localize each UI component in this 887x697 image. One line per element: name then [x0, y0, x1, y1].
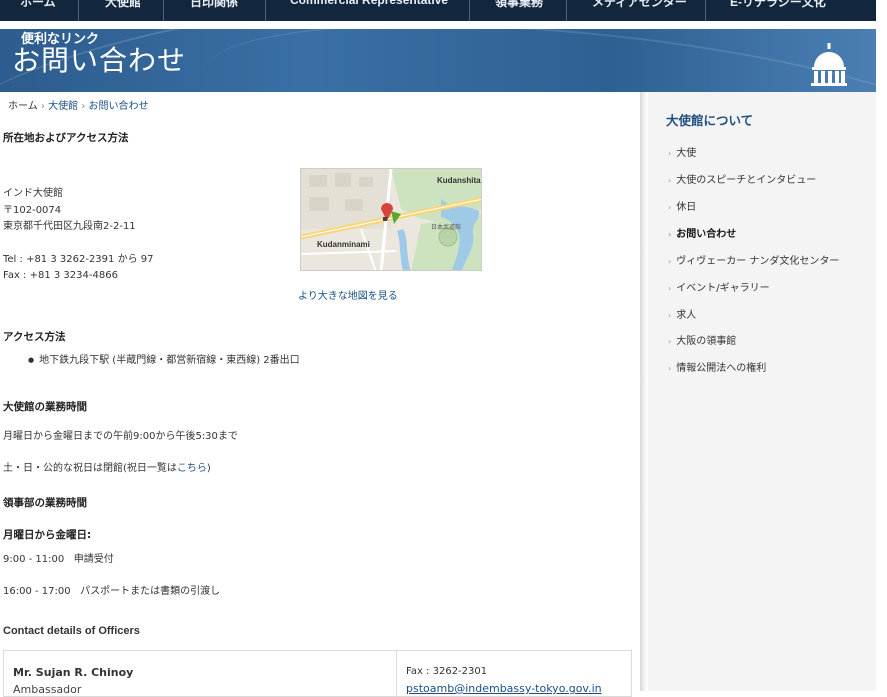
sidebar-item-contact[interactable]: › お問い合わせ: [668, 225, 736, 240]
sidebar-title: 大使館について: [666, 113, 754, 128]
sidebar-item-label: 求人: [676, 310, 697, 321]
sidebar-item-events[interactable]: › イベント/ギャラリー: [668, 279, 770, 294]
chevron-right-icon: ›: [668, 176, 672, 185]
telephone: Tel : +81 3 3262-2391 から 97: [3, 254, 154, 265]
nav-separator: [163, 0, 164, 21]
sidebar-item-label: 大使のスピーチとインタビュー: [676, 175, 817, 186]
officers-heading: Contact details of Officers: [3, 625, 140, 637]
breadcrumb-embassy[interactable]: 大使館: [48, 101, 78, 112]
fax: Fax : +81 3 3234-4866: [3, 270, 118, 281]
map-label-budokan: 日本武道館: [431, 223, 461, 231]
holiday-note-text: 土・日・公的な祝日は閉館(祝日一覧は: [3, 463, 177, 474]
nav-home[interactable]: ホーム: [20, 0, 56, 21]
sidebar-item-osaka[interactable]: › 大阪の領事館: [668, 332, 736, 347]
officer-fax: Fax : 3262-2301: [406, 666, 488, 677]
slot-description: パスポートまたは書類の引渡し: [80, 586, 221, 597]
sidebar-item-label: 情報公開法への権利: [676, 363, 767, 374]
access-heading: アクセス方法: [3, 331, 66, 343]
map-graphic: Kudanshita Kudanminami 日本武道館: [301, 169, 481, 270]
slot-time: 16:00 - 17:00: [3, 586, 71, 597]
weekday-hours: 月曜日から金曜日までの午前9:00から午後5:30まで: [3, 431, 238, 442]
nav-consular[interactable]: 領事業務: [495, 0, 543, 21]
nav-embassy[interactable]: 大使館: [105, 0, 141, 21]
larger-map-link[interactable]: より大きな地図を見る: [298, 289, 398, 305]
page-banner: 便利なリンク お問い合わせ: [0, 29, 876, 92]
sidebar-item-label: ヴィヴェーカー ナンダ文化センター: [676, 256, 840, 267]
hours-heading: 大使館の業務時間: [3, 401, 87, 413]
access-item-text: 地下鉄九段下駅 (半蔵門線・都営新宿線・東西線) 2番出口: [39, 355, 300, 366]
slot-time: 9:00 - 11:00: [3, 554, 65, 565]
consular-heading: 領事部の業務時間: [3, 497, 87, 509]
officer-name: Mr. Sujan R. Chinoy: [13, 666, 134, 679]
nav-culture[interactable]: E-リテラシー文化: [730, 0, 826, 21]
officer-email-link[interactable]: pstoamb@indembassy-tokyo.gov.in: [406, 682, 602, 695]
nav-india-japan[interactable]: 日印関係: [190, 0, 238, 21]
holiday-note-close: ): [206, 463, 211, 474]
map-label-kudanminami: Kudanminami: [317, 240, 370, 249]
embassy-dome-icon: [811, 43, 847, 86]
chevron-right-icon: ›: [668, 364, 672, 373]
map-label-kudanshita: Kudanshita: [437, 176, 481, 185]
sidebar-item-rti[interactable]: › 情報公開法への権利: [668, 359, 766, 374]
location-map[interactable]: Kudanshita Kudanminami 日本武道館: [300, 168, 482, 271]
consular-days-heading: 月曜日から金曜日:: [3, 529, 92, 541]
address: 東京都千代田区九段南2-2-11: [3, 221, 136, 232]
top-navigation: ホーム 大使館 日印関係 Commercial Representative 領…: [0, 0, 876, 21]
table-divider: [396, 651, 397, 696]
nav-media[interactable]: メディアセンター: [592, 0, 687, 21]
sidebar-item-ambassador[interactable]: › 大使: [668, 144, 696, 159]
chevron-right-icon: ›: [668, 284, 672, 293]
chevron-right-icon: ›: [668, 337, 672, 346]
sidebar-item-speeches[interactable]: › 大使のスピーチとインタビュー: [668, 171, 816, 186]
sidebar-item-label: お問い合わせ: [676, 229, 737, 240]
nav-separator: [566, 0, 567, 21]
nav-separator: [705, 0, 706, 21]
access-list-item: ● 地下鉄九段下駅 (半蔵門線・都営新宿線・東西線) 2番出口: [28, 353, 300, 369]
sidebar-item-label: イベント/ギャラリー: [676, 283, 770, 294]
sidebar: 大使館について › 大使 › 大使のスピーチとインタビュー › 休日 › お問い合わせ …: [648, 92, 876, 691]
officer-title: Ambassador: [13, 683, 82, 696]
holiday-list-link[interactable]: こちら: [177, 463, 207, 474]
nav-separator: [469, 0, 470, 21]
consular-slot-1: 9:00 - 11:00 申請受付: [3, 552, 114, 568]
sidebar-item-label: 大使: [676, 148, 697, 159]
page-title: お問い合わせ: [12, 44, 187, 77]
embassy-name: インド大使館: [3, 188, 63, 199]
location-heading: 所在地およびアクセス方法: [3, 132, 129, 144]
sidebar-item-label: 大阪の領事館: [676, 336, 737, 347]
chevron-right-icon: ›: [668, 257, 672, 266]
consular-slot-2: 16:00 - 17:00 パスポートまたは書類の引渡し: [3, 584, 220, 600]
breadcrumb-separator: ›: [40, 101, 45, 112]
officer-contact-table: Mr. Sujan R. Chinoy Ambassador Fax : 326…: [3, 650, 632, 697]
sidebar-item-label: 休日: [676, 202, 697, 213]
holiday-note: 土・日・公的な祝日は閉館(祝日一覧はこちら): [3, 461, 211, 477]
nav-separator: [265, 0, 266, 21]
breadcrumb: ホーム › 大使館 › お問い合わせ: [8, 97, 148, 112]
slot-description: 申請受付: [73, 554, 114, 565]
column-divider: [640, 92, 648, 691]
nav-commercial[interactable]: Commercial Representative: [290, 0, 448, 21]
page-edge: [876, 0, 887, 691]
sidebar-item-jobs[interactable]: › 求人: [668, 306, 696, 321]
chevron-right-icon: ›: [668, 311, 672, 320]
breadcrumb-home[interactable]: ホーム: [8, 101, 38, 112]
chevron-right-icon: ›: [668, 230, 672, 239]
breadcrumb-current[interactable]: お問い合わせ: [88, 101, 148, 112]
nav-separator: [78, 0, 79, 21]
postal-code: 〒102-0074: [3, 205, 62, 216]
larger-map-link-text[interactable]: より大きな地図を見る: [298, 291, 398, 302]
banner-wave: [193, 29, 876, 92]
sidebar-item-holidays[interactable]: › 休日: [668, 198, 696, 213]
chevron-right-icon: ›: [668, 203, 672, 212]
breadcrumb-separator: ›: [81, 101, 86, 112]
chevron-right-icon: ›: [668, 149, 672, 158]
bullet-icon: ●: [28, 356, 35, 364]
sidebar-item-vivekananda[interactable]: › ヴィヴェーカー ナンダ文化センター: [668, 252, 839, 267]
